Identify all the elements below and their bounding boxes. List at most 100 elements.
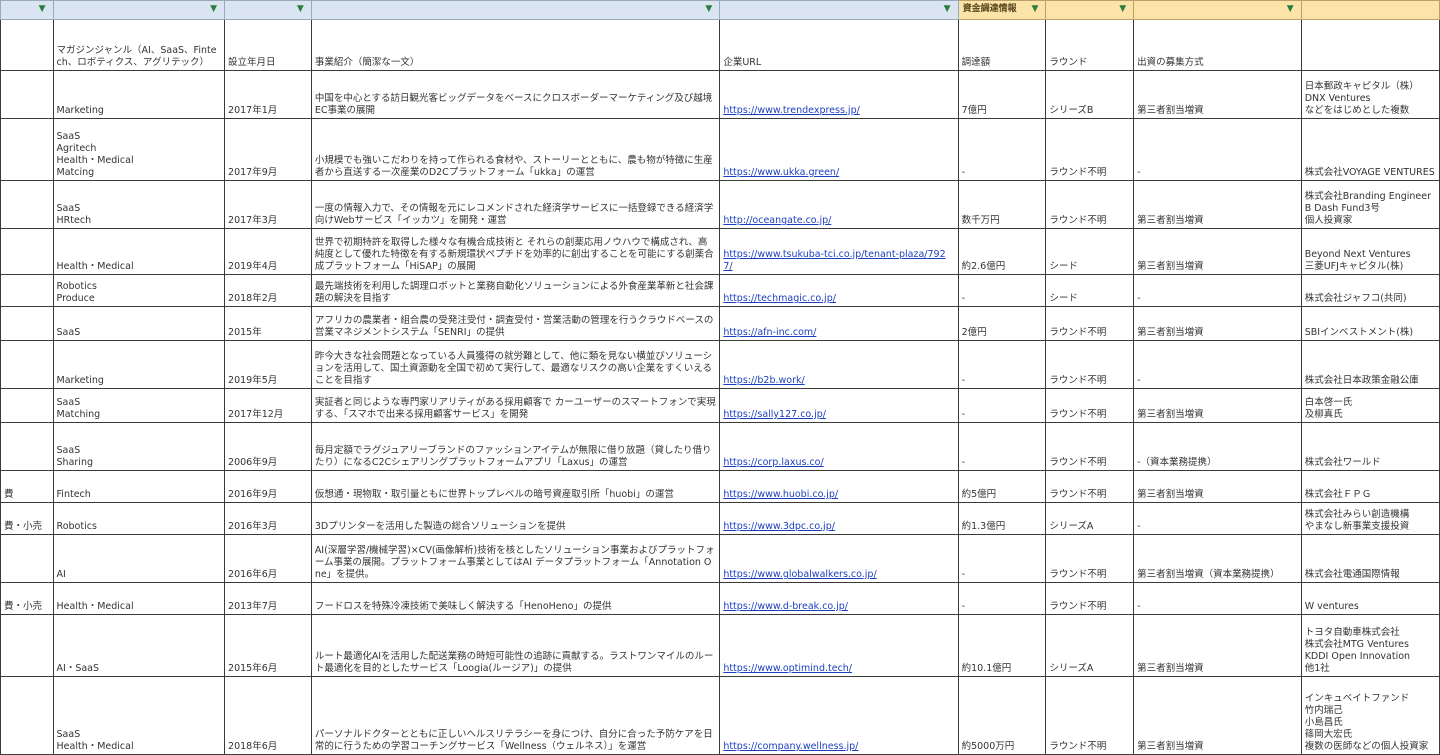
description-cell[interactable]: 実証者と同じような専門家リアリティがある採用顧客で カーユーザーのスマートフォン…: [310, 388, 721, 423]
header-cell-round[interactable]: ラウンド: [1045, 19, 1135, 71]
amount-cell[interactable]: 約10.1億円: [957, 614, 1047, 677]
round-cell[interactable]: ラウンド不明: [1045, 340, 1135, 389]
founded-cell[interactable]: 2018年6月: [224, 676, 312, 755]
company-link[interactable]: https://www.tsukuba-tci.co.jp/tenant-pla…: [723, 249, 945, 272]
row-edge-cell[interactable]: [0, 306, 54, 341]
method-cell[interactable]: -: [1133, 502, 1302, 535]
round-cell[interactable]: シード: [1045, 274, 1135, 307]
company-link[interactable]: https://b2b.work/: [723, 375, 804, 386]
row-edge-cell[interactable]: [0, 388, 54, 423]
filter-cell[interactable]: ▼: [224, 0, 312, 20]
round-cell[interactable]: シリーズA: [1045, 614, 1135, 677]
header-cell-description[interactable]: 事業紹介（簡潔な一文）: [310, 19, 721, 71]
filter-arrow-icon[interactable]: ▼: [1031, 4, 1038, 14]
filter-cell[interactable]: ▼: [52, 0, 226, 20]
method-cell[interactable]: 第三者割当増資: [1133, 614, 1302, 677]
method-cell[interactable]: 第三者割当増資: [1133, 180, 1302, 229]
founded-cell[interactable]: 2018年2月: [224, 274, 312, 307]
founded-cell[interactable]: 2006年9月: [224, 422, 312, 471]
investors-cell[interactable]: 白本啓一氏 及柳真氏: [1300, 388, 1440, 423]
method-cell[interactable]: 第三者割当増資: [1133, 388, 1302, 423]
row-edge-cell[interactable]: [0, 180, 54, 229]
investors-cell[interactable]: 株式会社みらい創造機構 やまなし新事業支援投資: [1300, 502, 1440, 535]
url-cell[interactable]: https://corp.laxus.co/: [719, 422, 959, 471]
genre-cell[interactable]: SaaS Agritech Health・Medical Matcing: [52, 118, 226, 181]
method-cell[interactable]: 第三者割当増資: [1133, 676, 1302, 755]
row-edge-cell[interactable]: [0, 422, 54, 471]
amount-cell[interactable]: -: [957, 274, 1047, 307]
filter-arrow-icon[interactable]: ▼: [1119, 4, 1126, 14]
round-cell[interactable]: ラウンド不明: [1045, 422, 1135, 471]
row-edge-cell[interactable]: [0, 340, 54, 389]
url-cell[interactable]: https://techmagic.co.jp/: [719, 274, 959, 307]
url-cell[interactable]: https://www.ukka.green/: [719, 118, 959, 181]
founded-cell[interactable]: 2015年: [224, 306, 312, 341]
round-cell[interactable]: シード: [1045, 228, 1135, 275]
round-cell[interactable]: ラウンド不明: [1045, 534, 1135, 583]
url-cell[interactable]: https://company.wellness.jp/: [719, 676, 959, 755]
investors-cell[interactable]: 株式会社日本政策金融公庫: [1300, 340, 1440, 389]
investors-cell[interactable]: 株式会社ＦＰＧ: [1300, 470, 1440, 503]
company-link[interactable]: https://www.d-break.co.jp/: [723, 601, 848, 612]
company-link[interactable]: https://corp.laxus.co/: [723, 457, 823, 468]
genre-cell[interactable]: Health・Medical: [52, 582, 226, 615]
founded-cell[interactable]: 2016年3月: [224, 502, 312, 535]
row-edge-cell[interactable]: [0, 118, 54, 181]
row-edge-cell[interactable]: [0, 274, 54, 307]
description-cell[interactable]: 昨今大きな社会問題となっている人員獲得の就労難として、他に類を見ない横並びソリュ…: [310, 340, 721, 389]
description-cell[interactable]: 小規模でも強いこだわりを持って作られる食材や、ストーリーとともに、農も物が特徴に…: [310, 118, 721, 181]
amount-cell[interactable]: -: [957, 118, 1047, 181]
description-cell[interactable]: 最先端技術を利用した調理ロボットと業務自動化ソリューションによる外食産業革新と社…: [310, 274, 721, 307]
row-edge-cell[interactable]: [0, 534, 54, 583]
founded-cell[interactable]: 2015年6月: [224, 614, 312, 677]
description-cell[interactable]: 中国を中心とする訪日観光客ビッグデータをベースにクロスボーダーマーケティング及び…: [310, 70, 721, 119]
url-cell[interactable]: http://oceangate.co.jp/: [719, 180, 959, 229]
description-cell[interactable]: 毎月定額でラグジュアリーブランドのファッションアイテムが無限に借り放題（貸したり…: [310, 422, 721, 471]
amount-cell[interactable]: 約5億円: [957, 470, 1047, 503]
founded-cell[interactable]: 2016年9月: [224, 470, 312, 503]
round-cell[interactable]: ラウンド不明: [1045, 118, 1135, 181]
filter-arrow-icon[interactable]: ▼: [210, 4, 217, 14]
genre-cell[interactable]: Fintech: [52, 470, 226, 503]
filter-arrow-icon[interactable]: ▼: [944, 4, 951, 14]
round-cell[interactable]: ラウンド不明: [1045, 180, 1135, 229]
amount-cell[interactable]: -: [957, 582, 1047, 615]
amount-cell[interactable]: -: [957, 534, 1047, 583]
method-cell[interactable]: 第三者割当増資（資本業務提携）: [1133, 534, 1302, 583]
url-cell[interactable]: https://sally127.co.jp/: [719, 388, 959, 423]
genre-cell[interactable]: SaaS: [52, 306, 226, 341]
amount-cell[interactable]: 約1.3億円: [957, 502, 1047, 535]
amount-cell[interactable]: -: [957, 388, 1047, 423]
filter-cell[interactable]: [1300, 0, 1440, 20]
row-edge-cell[interactable]: [0, 70, 54, 119]
round-cell[interactable]: ラウンド不明: [1045, 388, 1135, 423]
genre-cell[interactable]: AI・SaaS: [52, 614, 226, 677]
company-link[interactable]: https://www.3dpc.co.jp/: [723, 521, 835, 532]
method-cell[interactable]: -: [1133, 274, 1302, 307]
company-link[interactable]: https://sally127.co.jp/: [723, 409, 826, 420]
filter-cell[interactable]: ▼: [719, 0, 959, 20]
investors-cell[interactable]: W ventures: [1300, 582, 1440, 615]
amount-cell[interactable]: 数千万円: [957, 180, 1047, 229]
amount-cell[interactable]: 約2.6億円: [957, 228, 1047, 275]
url-cell[interactable]: https://www.globalwalkers.co.jp/: [719, 534, 959, 583]
filter-cell[interactable]: ▼: [310, 0, 721, 20]
description-cell[interactable]: 仮想通・現物取・取引量ともに世界トップレベルの暗号資産取引所「huobi」の運営: [310, 470, 721, 503]
url-cell[interactable]: https://www.3dpc.co.jp/: [719, 502, 959, 535]
round-cell[interactable]: シリーズB: [1045, 70, 1135, 119]
round-cell[interactable]: ラウンド不明: [1045, 306, 1135, 341]
investors-cell[interactable]: 日本郵政キャピタル（株） DNX Ventures などをはじめとした複数: [1300, 70, 1440, 119]
company-link[interactable]: https://www.trendexpress.jp/: [723, 105, 860, 116]
investors-cell[interactable]: SBIインベストメント(株): [1300, 306, 1440, 341]
round-cell[interactable]: ラウンド不明: [1045, 470, 1135, 503]
description-cell[interactable]: 一度の情報入力で、その情報を元にレコメンドされた経済学サービスに一括登録できる経…: [310, 180, 721, 229]
method-cell[interactable]: -（資本業務提携）: [1133, 422, 1302, 471]
filter-cell[interactable]: ▼: [0, 0, 54, 20]
header-cell-genre[interactable]: マガジンジャンル（AI、SaaS、Fintech、ロボティクス、アグリテック）: [52, 19, 226, 71]
method-cell[interactable]: 第三者割当増資: [1133, 306, 1302, 341]
company-link[interactable]: https://company.wellness.jp/: [723, 741, 858, 752]
amount-cell[interactable]: -: [957, 340, 1047, 389]
amount-cell[interactable]: 2億円: [957, 306, 1047, 341]
method-cell[interactable]: 第三者割当増資: [1133, 70, 1302, 119]
filter-cell[interactable]: ▼: [1133, 0, 1302, 20]
